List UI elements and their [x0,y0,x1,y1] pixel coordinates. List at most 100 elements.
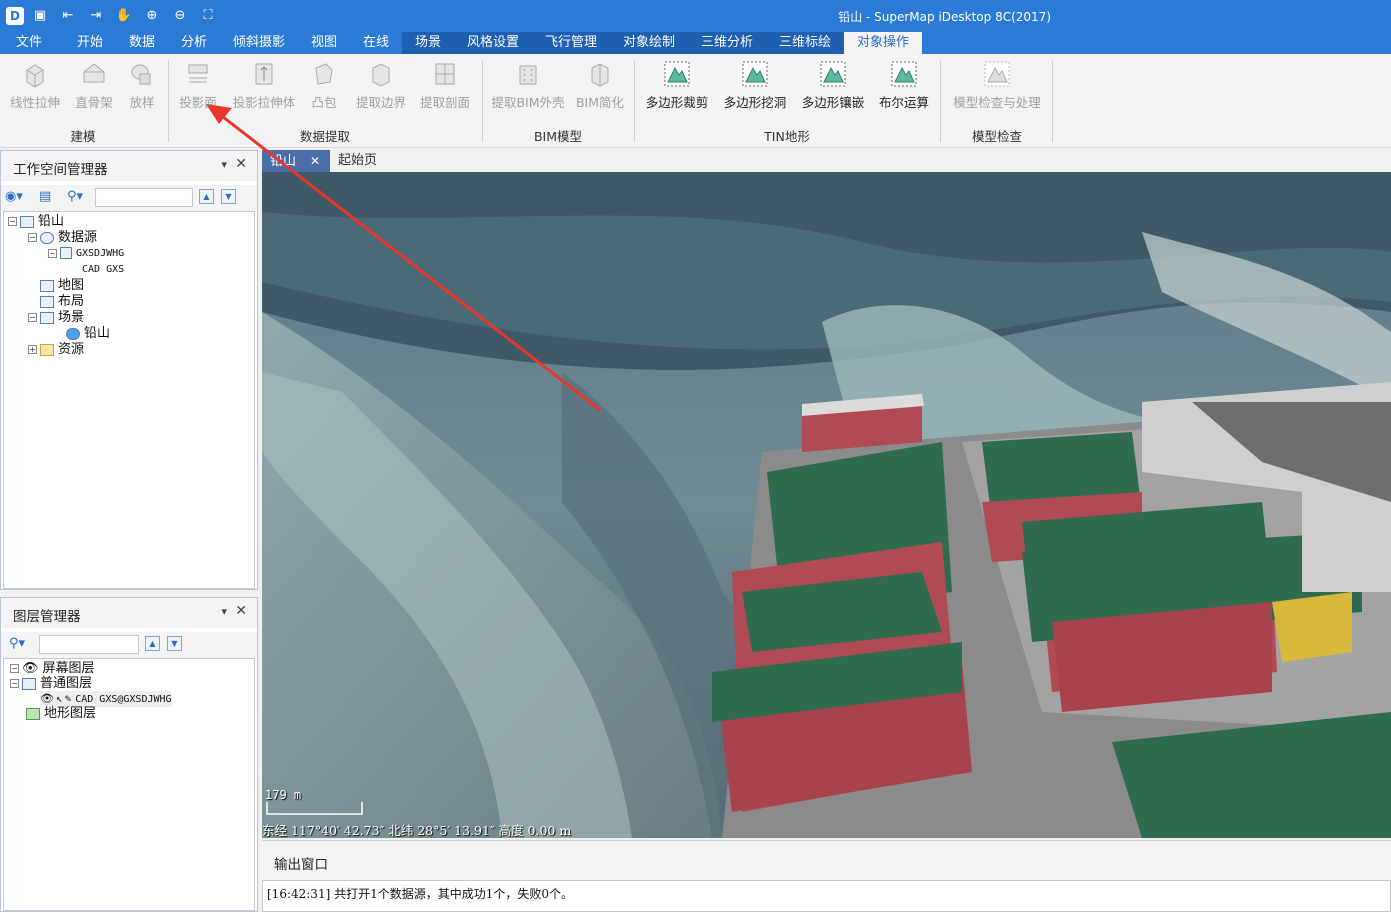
polygon-clip-button[interactable]: 多边形裁剪 [640,58,714,116]
eye-icon: 👁 [40,692,54,705]
tab-flight[interactable]: 飞行管理 [532,32,610,54]
loft-icon [131,64,151,85]
eye-icon: 👁 [22,661,39,676]
tab-object-draw[interactable]: 对象绘制 [610,32,688,54]
tab-scene[interactable]: 场景 [402,32,454,54]
projection-extrude-button[interactable]: 投影拉伸体 [228,58,300,116]
group-label-modeling: 建模 [70,129,96,144]
tree-node-datasource[interactable]: − GXSDJWHG [48,246,124,262]
full-extent-icon[interactable]: ⛶ [198,6,218,26]
export-icon[interactable]: ⇥ [86,6,106,26]
tab-object-operation[interactable]: 对象操作 [844,32,922,54]
layer-node-normal[interactable]: − 普通图层 [10,676,92,692]
model-check-button[interactable]: 模型检查与处理 [946,58,1048,116]
select-icon: ↖ [55,692,63,705]
loft-button[interactable]: 放样 [122,58,162,116]
new-document-icon[interactable]: ▤ [39,189,51,204]
tree-node-layouts[interactable]: +布局 [28,294,84,310]
tab-view[interactable]: 视图 [298,32,350,54]
title-bar: D ▣ ⇤ ⇥ ✋ ⊕ ⊖ ⛶ 铅山 - SuperMap iDesktop 8… [0,0,1391,32]
layer-toolbar: ⚲▾ ▲ ▼ [1,632,257,658]
layer-node-terrain[interactable]: 地形图层 [26,706,96,722]
linear-extrude-button[interactable]: 线性拉伸 [4,58,66,116]
search-up-button[interactable]: ▲ [199,189,214,204]
search-icon[interactable]: ⚲▾ [9,636,25,651]
projection-surface-button[interactable]: 投影面 [174,58,222,116]
projection-extrude-icon [255,63,273,85]
workspace-tree: −铅山 −数据源 −GXSDJWHG CAD GXS +地图 +布局 −场景 铅… [3,211,255,589]
bim-building-icon [519,65,537,85]
tab-analysis[interactable]: 分析 [168,32,220,54]
layer-tree: − 👁 屏幕图层 − 普通图层 👁 ↖ ✎ CAD GXS@GXSDJWHG 地形图层 [3,658,255,911]
layer-manager-panel: 图层管理器 ▾ ✕ ⚲▾ ▲ ▼ − 👁 屏幕图层 − 普通图层 👁 ↖ ✎ CAD GXS… [0,597,258,912]
group-label-extract: 数据提取 [299,129,350,144]
tab-online[interactable]: 在线 [350,32,402,54]
zoom-in-icon[interactable]: ⊕ [142,6,162,26]
extract-section-button[interactable]: 提取剖面 [414,58,476,116]
skeleton-icon [83,63,105,83]
tin-hole-icon [742,61,768,87]
tab-3d-analysis[interactable]: 三维分析 [688,32,766,54]
workspace-panel-title: 工作空间管理器 [13,162,108,178]
close-icon[interactable]: ✕ [235,603,247,619]
tree-node-datasources[interactable]: − 数据源 [28,230,97,246]
ribbon: 线性拉伸 直骨架 放样 建模 投影面 投影拉伸体 凸包 提取边界 提取剖面 数据… [0,54,1391,148]
workspace-panel-header: 工作空间管理器 ▾ ✕ [1,151,257,181]
save-icon[interactable]: ▣ [30,6,50,26]
app-logo-icon[interactable]: D [6,7,24,25]
group-label-check: 模型检查 [971,129,1022,144]
doc-tab-scene[interactable]: 铅山 ✕ [262,150,330,172]
tree-node-resources[interactable]: + 资源 [28,342,84,358]
scene-render [262,172,1391,838]
straight-skeleton-button[interactable]: 直骨架 [66,58,122,116]
section-icon [435,63,455,85]
boundary-icon [372,63,390,87]
layer-search-input[interactable] [39,635,139,654]
tab-data[interactable]: 数据 [116,32,168,54]
layer-node-cad[interactable]: 👁 ↖ ✎ CAD GXS@GXSDJWHG [40,691,172,707]
tab-3d-plot[interactable]: 三维标绘 [766,32,844,54]
pin-icon[interactable]: ▾ [221,158,227,171]
close-icon[interactable]: ✕ [235,156,247,172]
ribbon-separator [634,60,635,142]
tab-oblique[interactable]: 倾斜摄影 [222,32,296,54]
bim-simplify-icon [591,63,609,87]
convex-hull-button[interactable]: 凸包 [302,58,346,116]
workspace-search-input[interactable] [95,188,193,207]
search-down-button[interactable]: ▼ [167,636,182,651]
extract-bim-shell-button[interactable]: 提取BIM外壳 [488,58,568,116]
tree-node-maps[interactable]: +地图 [28,278,84,294]
3d-scene-view[interactable] [262,172,1391,838]
tab-file[interactable]: 文件 [0,32,58,54]
ribbon-separator [482,60,483,142]
search-icon[interactable]: ⚲▾ [67,189,83,204]
projection-icon [188,64,208,83]
open-workspace-icon[interactable]: ◉▾ [5,189,23,204]
tree-node-workspace[interactable]: − 铅山 [8,214,64,230]
tab-start[interactable]: 开始 [64,32,116,54]
ribbon-separator [168,60,169,142]
doc-tab-start-page[interactable]: 起始页 [338,150,398,172]
polygon-hole-button[interactable]: 多边形挖洞 [718,58,792,116]
import-icon[interactable]: ⇤ [58,6,78,26]
layer-node-screen[interactable]: − 👁 屏幕图层 [10,661,95,677]
extract-boundary-button[interactable]: 提取边界 [350,58,412,116]
pan-icon[interactable]: ✋ [114,6,134,26]
group-label-tin: TIN地形 [764,129,810,144]
polygon-mosaic-button[interactable]: 多边形镶嵌 [796,58,870,116]
output-window-header: 输出窗口 [262,840,1391,880]
boolean-operation-button[interactable]: 布尔运算 [874,58,934,116]
output-window-body[interactable]: [16:42:31] 共打开1个数据源，其中成功1个，失败0个。 [262,880,1391,912]
search-down-button[interactable]: ▼ [221,189,236,204]
zoom-out-icon[interactable]: ⊖ [170,6,190,26]
tree-node-scene[interactable]: 铅山 [66,326,110,342]
search-up-button[interactable]: ▲ [145,636,160,651]
tree-node-dataset[interactable]: CAD GXS [82,262,124,278]
tree-node-scenes[interactable]: − 场景 [28,310,84,326]
tin-boolean-icon [891,61,917,87]
pin-icon[interactable]: ▾ [221,605,227,618]
tab-style[interactable]: 风格设置 [454,32,532,54]
ribbon-separator [940,60,941,142]
output-window-title: 输出窗口 [274,857,328,873]
bim-simplify-button[interactable]: BIM简化 [572,58,628,116]
